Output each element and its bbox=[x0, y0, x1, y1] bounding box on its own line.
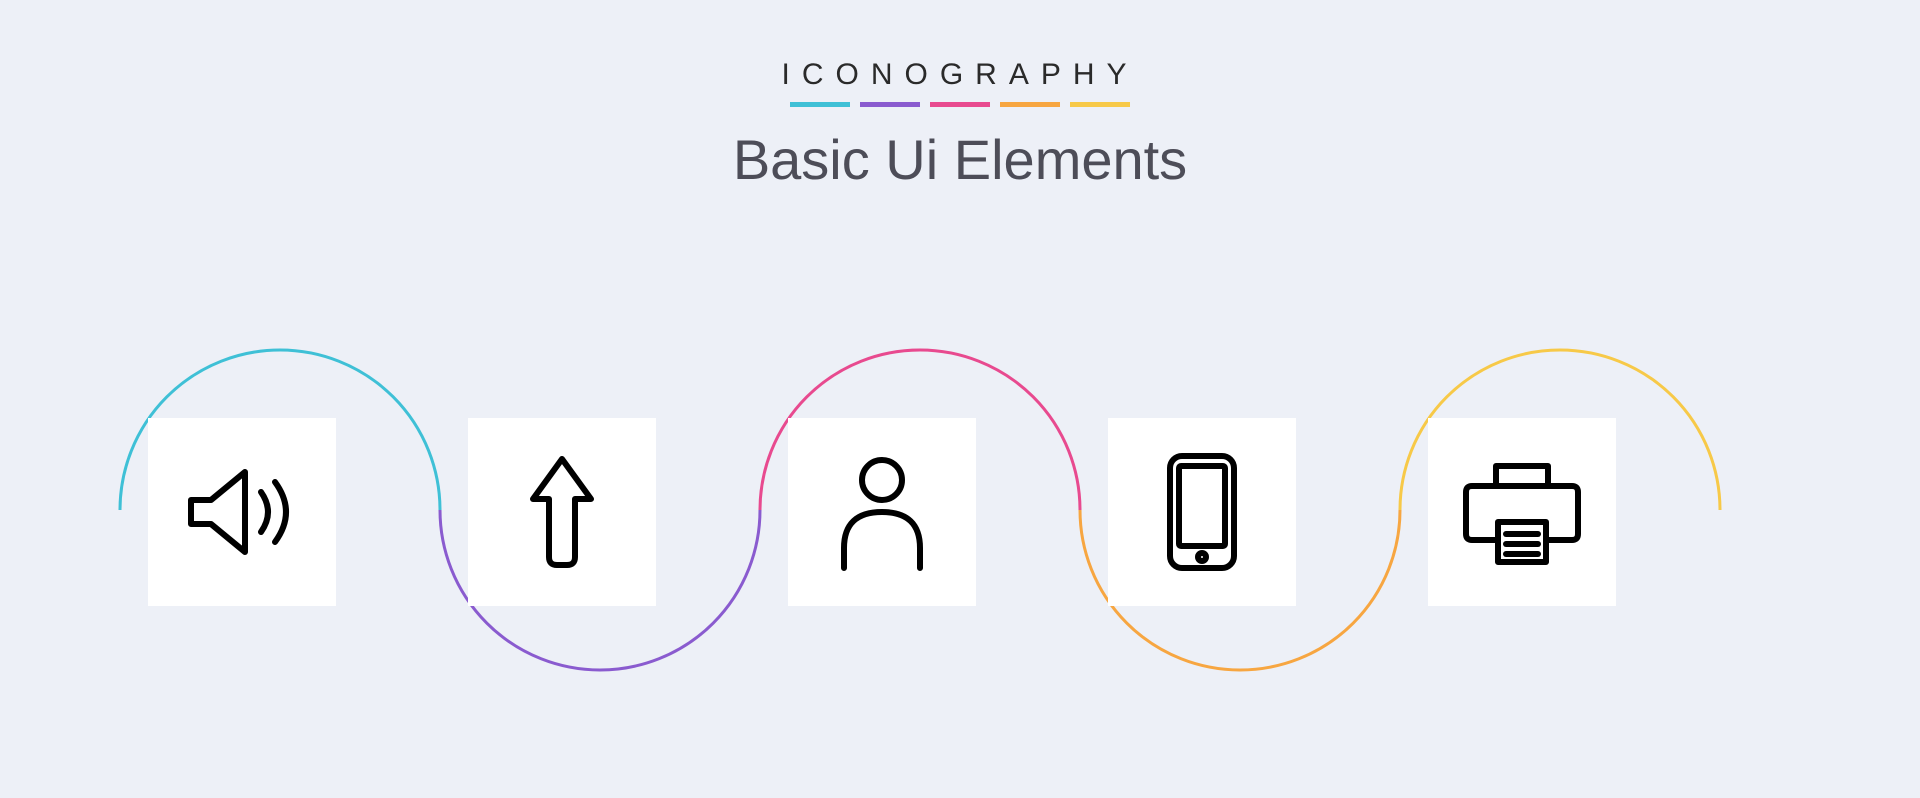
brand-label: ICONOGRAPHY bbox=[0, 58, 1920, 92]
tile-user bbox=[788, 418, 976, 606]
accent-bar-4 bbox=[1000, 102, 1060, 107]
page-title: Basic Ui Elements bbox=[0, 127, 1920, 192]
accent-bar-2 bbox=[860, 102, 920, 107]
arrow-up-icon bbox=[527, 453, 597, 571]
icon-stage bbox=[0, 260, 1920, 740]
phone-icon bbox=[1162, 450, 1242, 574]
tile-phone bbox=[1108, 418, 1296, 606]
accent-underline bbox=[0, 102, 1920, 107]
speaker-icon bbox=[183, 462, 301, 562]
tile-speaker bbox=[148, 418, 336, 606]
user-icon bbox=[832, 452, 932, 572]
accent-bar-5 bbox=[1070, 102, 1130, 107]
tile-printer bbox=[1428, 418, 1616, 606]
accent-bar-3 bbox=[930, 102, 990, 107]
tile-arrow-up bbox=[468, 418, 656, 606]
accent-bar-1 bbox=[790, 102, 850, 107]
printer-icon bbox=[1462, 456, 1582, 568]
